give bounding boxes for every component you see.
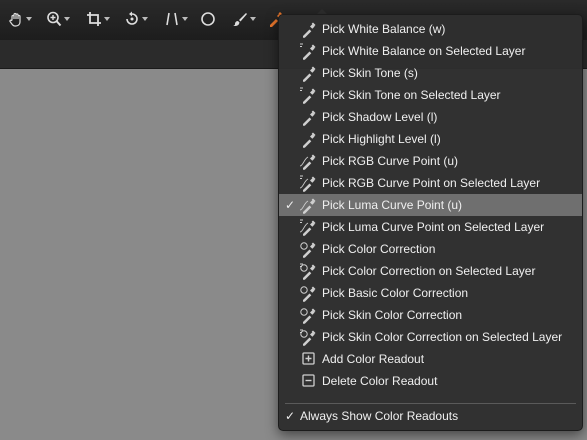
app-window: ✓ Always Show Color Readouts Pick White …: [0, 0, 587, 440]
menu-item-always-show-color-readouts[interactable]: ✓ Always Show Color Readouts: [279, 405, 582, 427]
chevron-down-icon: [250, 17, 256, 21]
menu-item[interactable]: Pick Skin Color Correction: [279, 304, 582, 326]
menu-item-label: Pick Highlight Level (l): [322, 132, 441, 146]
menu-item-label: Pick Luma Curve Point on Selected Layer: [322, 220, 545, 234]
menu-item[interactable]: Pick Luma Curve Point on Selected Layer: [279, 216, 582, 238]
chevron-down-icon: [64, 17, 70, 21]
menu-item-label: Pick Skin Color Correction: [322, 308, 463, 322]
crop-tool[interactable]: [86, 8, 110, 30]
menu-item[interactable]: Add Color Readout: [279, 348, 582, 370]
straighten-tool[interactable]: [164, 8, 188, 30]
add-readout-icon: [302, 352, 315, 365]
menu-item[interactable]: Pick RGB Curve Point on Selected Layer: [279, 172, 582, 194]
curve-eyedropper-layer-icon: [299, 175, 316, 192]
skin-eyedropper-icon: [303, 66, 316, 82]
menu-item[interactable]: Pick Color Correction: [279, 238, 582, 260]
pan-icon: [9, 12, 21, 27]
menu-item-label: Pick Color Correction: [322, 242, 436, 256]
menu-item[interactable]: Delete Color Readout: [279, 370, 582, 392]
menu-item-label: Add Color Readout: [322, 352, 425, 366]
menu-item[interactable]: Pick RGB Curve Point (u): [279, 150, 582, 172]
checkmark-icon: ✓: [285, 198, 296, 212]
menu-separator: [285, 403, 576, 404]
spot-icon: [201, 12, 215, 26]
menu-item-label: Pick Skin Tone on Selected Layer: [322, 88, 501, 102]
menu-item[interactable]: Pick Skin Color Correction on Selected L…: [279, 326, 582, 348]
menu-item[interactable]: ✓ Pick Luma Curve Point (u): [279, 194, 582, 216]
picker-menu: ✓ Always Show Color Readouts Pick White …: [278, 14, 583, 431]
skin-color-correction-eyedropper-icon: [300, 308, 316, 324]
chevron-down-icon: [182, 17, 188, 21]
menu-item-label: Pick RGB Curve Point on Selected Layer: [322, 176, 541, 190]
menu-item-label: Pick Shadow Level (l): [322, 110, 438, 124]
chevron-down-icon: [104, 17, 110, 21]
brush-icon: [233, 13, 247, 26]
checkmark-icon: ✓: [285, 409, 296, 423]
menu-item[interactable]: Pick Skin Tone (s): [279, 62, 582, 84]
zoom-icon: [47, 11, 62, 27]
menu-item[interactable]: Pick Skin Tone on Selected Layer: [279, 84, 582, 106]
eyedropper-layer-icon: [300, 43, 316, 60]
menu-item-label: Pick Basic Color Correction: [322, 286, 469, 300]
menu-item[interactable]: Pick Highlight Level (l): [279, 128, 582, 150]
zoom-tool[interactable]: [46, 8, 70, 30]
shadow-eyedropper-icon: [303, 110, 316, 126]
menu-item-label: Always Show Color Readouts: [300, 409, 459, 423]
straighten-icon: [166, 12, 178, 26]
delete-readout-icon: [302, 374, 315, 387]
rotate-tool[interactable]: [124, 8, 148, 30]
menu-item[interactable]: Pick White Balance on Selected Layer: [279, 40, 582, 62]
basic-color-correction-eyedropper-icon: [300, 286, 316, 302]
brush-tool[interactable]: [232, 8, 256, 30]
menu-item[interactable]: Pick White Balance (w): [279, 18, 582, 40]
crop-icon: [87, 12, 101, 26]
menu-item-label: Pick Color Correction on Selected Layer: [322, 264, 536, 278]
menu-item-label: Pick Skin Color Correction on Selected L…: [322, 330, 563, 344]
menu-item[interactable]: Pick Shadow Level (l): [279, 106, 582, 128]
skin-color-correction-eyedropper-layer-icon: [300, 329, 316, 346]
chevron-down-icon: [26, 17, 32, 21]
menu-item-label: Pick Luma Curve Point (u): [322, 198, 463, 212]
color-correction-eyedropper-icon: [300, 242, 316, 258]
pan-tool[interactable]: [8, 8, 32, 30]
eyedropper-icon: [303, 22, 316, 38]
menu-item[interactable]: Pick Basic Color Correction: [279, 282, 582, 304]
menu-item-label: Pick RGB Curve Point (u): [322, 154, 459, 168]
luma-eyedropper-icon: [299, 198, 316, 214]
luma-eyedropper-layer-icon: [299, 219, 316, 236]
menu-item[interactable]: Pick Color Correction on Selected Layer: [279, 260, 582, 282]
chevron-down-icon: [142, 17, 148, 21]
spot-tool[interactable]: [200, 8, 216, 30]
menu-item-label: Delete Color Readout: [322, 374, 438, 388]
highlight-eyedropper-icon: [303, 132, 316, 148]
color-correction-eyedropper-layer-icon: [300, 263, 316, 280]
skin-eyedropper-layer-icon: [300, 87, 316, 104]
menu-item-label: Pick White Balance on Selected Layer: [322, 44, 526, 58]
rotate-icon: [126, 11, 138, 25]
curve-eyedropper-icon: [299, 154, 316, 170]
menu-item-label: Pick Skin Tone (s): [322, 66, 418, 80]
menu-item-label: Pick White Balance (w): [322, 22, 446, 36]
